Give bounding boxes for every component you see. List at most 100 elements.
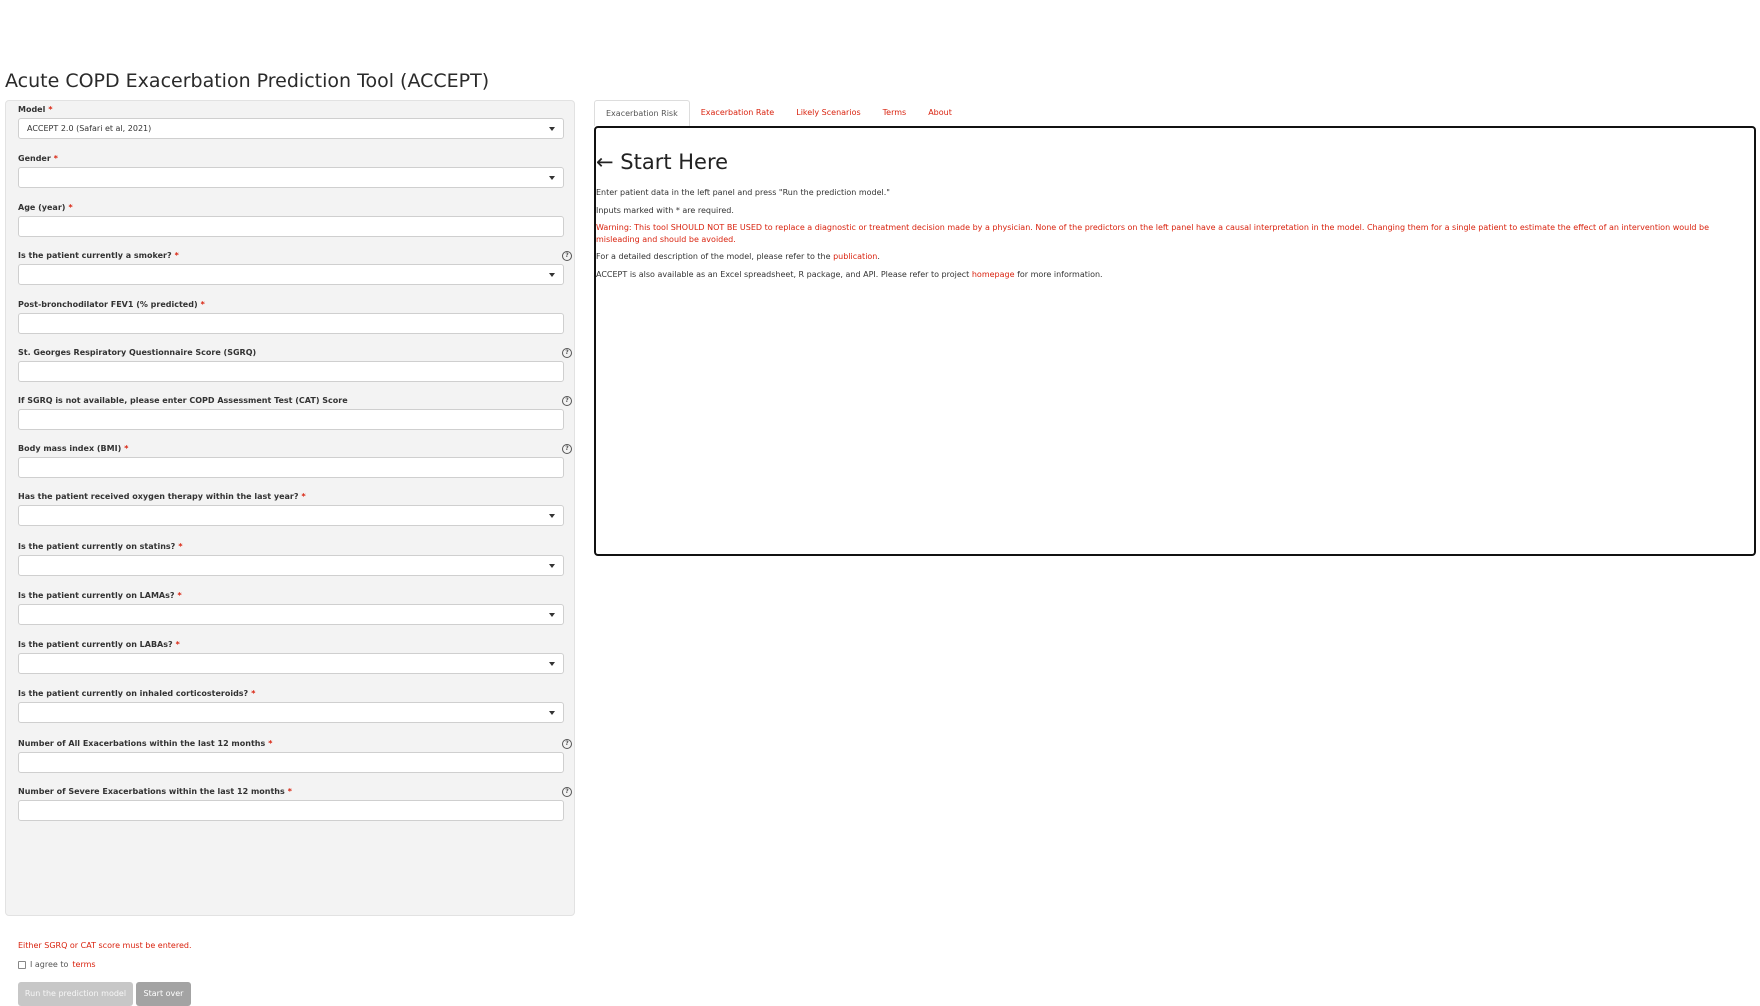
required-asterisk: *	[301, 492, 306, 501]
text-input[interactable]	[18, 409, 564, 430]
form-field: Is the patient currently on LABAs? *	[18, 639, 572, 675]
select-dropdown[interactable]	[18, 167, 564, 188]
tab-about[interactable]: About	[917, 100, 963, 126]
help-icon[interactable]: ?	[562, 348, 572, 358]
start-here-heading: ← Start Here	[596, 150, 729, 174]
chevron-down-icon	[549, 711, 555, 715]
field-label: Body mass index (BMI) *?	[18, 443, 572, 455]
field-label-text: St. Georges Respiratory Questionnaire Sc…	[18, 348, 257, 357]
required-asterisk: *	[178, 542, 183, 551]
help-icon[interactable]: ?	[562, 251, 572, 261]
field-label-text: Has the patient received oxygen therapy …	[18, 492, 299, 501]
field-label-text: Is the patient currently on LABAs?	[18, 640, 173, 649]
chevron-down-icon	[549, 514, 555, 518]
field-label-text: Is the patient currently on inhaled cort…	[18, 689, 249, 698]
text-input[interactable]	[18, 313, 564, 334]
terms-link[interactable]: terms	[72, 960, 95, 969]
field-label: Is the patient currently on LABAs? *	[18, 639, 572, 651]
chevron-down-icon	[549, 662, 555, 666]
field-label: Is the patient currently a smoker? *?	[18, 250, 572, 262]
publication-link[interactable]: publication	[833, 252, 877, 261]
field-label: Has the patient received oxygen therapy …	[18, 491, 572, 503]
select-dropdown[interactable]	[18, 702, 564, 723]
help-icon[interactable]: ?	[562, 444, 572, 454]
form-field: Is the patient currently a smoker? *?	[18, 250, 572, 286]
form-field: Is the patient currently on statins? *	[18, 541, 572, 577]
field-label-text: Model	[18, 105, 46, 114]
required-asterisk: *	[124, 444, 129, 453]
field-label-text: Is the patient currently on statins?	[18, 542, 176, 551]
required-asterisk: *	[48, 105, 53, 114]
field-label: Gender *	[18, 153, 572, 165]
select-dropdown[interactable]	[18, 653, 564, 674]
field-label-text: Number of Severe Exacerbations within th…	[18, 787, 285, 796]
chevron-down-icon	[549, 564, 555, 568]
field-label-text: Gender	[18, 154, 51, 163]
availability-note: ACCEPT is also available as an Excel spr…	[596, 270, 1736, 279]
field-label: If SGRQ is not available, please enter C…	[18, 395, 572, 407]
text-input[interactable]	[18, 457, 564, 478]
field-label: Number of Severe Exacerbations within th…	[18, 786, 572, 798]
required-asterisk: *	[268, 739, 273, 748]
tab-exacerbation-risk[interactable]: Exacerbation Risk	[594, 100, 690, 126]
help-icon[interactable]: ?	[562, 739, 572, 749]
required-asterisk: *	[175, 640, 180, 649]
instruction-text: Enter patient data in the left panel and…	[596, 188, 890, 197]
text-input[interactable]	[18, 361, 564, 382]
chevron-down-icon	[549, 176, 555, 180]
form-field: Post-bronchodilator FEV1 (% predicted) *	[18, 299, 572, 335]
publication-note: For a detailed description of the model,…	[596, 252, 1736, 261]
field-label-text: Post-bronchodilator FEV1 (% predicted)	[18, 300, 198, 309]
select-dropdown[interactable]	[18, 555, 564, 576]
tab-exacerbation-rate[interactable]: Exacerbation Rate	[690, 100, 786, 126]
form-field: St. Georges Respiratory Questionnaire Sc…	[18, 347, 572, 383]
agree-checkbox[interactable]	[18, 960, 26, 969]
agree-label: I agree to	[30, 960, 69, 969]
text-input[interactable]	[18, 752, 564, 773]
required-asterisk: *	[251, 689, 256, 698]
form-field: Model * ACCEPT 2.0 (Safari et al, 2021)	[18, 104, 572, 140]
homepage-link[interactable]: homepage	[972, 270, 1015, 279]
page-title: Acute COPD Exacerbation Prediction Tool …	[5, 70, 490, 92]
availability-note-suffix: for more information.	[1017, 270, 1103, 279]
required-asterisk: *	[53, 154, 58, 163]
form-field: Body mass index (BMI) *?	[18, 443, 572, 479]
required-asterisk: *	[200, 300, 205, 309]
field-label-text: Is the patient currently a smoker?	[18, 251, 172, 260]
tab-bar: Exacerbation Risk Exacerbation Rate Likely…	[594, 100, 963, 126]
field-label: Age (year) *	[18, 202, 572, 214]
select-dropdown[interactable]	[18, 264, 564, 285]
text-input[interactable]	[18, 800, 564, 821]
start-over-button[interactable]: Start over	[136, 982, 191, 1006]
tab-terms[interactable]: Terms	[872, 100, 918, 126]
chevron-down-icon	[549, 127, 555, 131]
select-dropdown[interactable]: ACCEPT 2.0 (Safari et al, 2021)	[18, 118, 564, 139]
form-field: Number of All Exacerbations within the l…	[18, 738, 572, 774]
field-label: Post-bronchodilator FEV1 (% predicted) *	[18, 299, 572, 311]
field-label-text: If SGRQ is not available, please enter C…	[18, 396, 348, 405]
field-label: Is the patient currently on statins? *	[18, 541, 572, 553]
required-asterisk: *	[68, 203, 73, 212]
form-field: Has the patient received oxygen therapy …	[18, 491, 572, 527]
field-label: Is the patient currently on inhaled cort…	[18, 688, 572, 700]
field-label-text: Is the patient currently on LAMAs?	[18, 591, 175, 600]
run-model-button[interactable]: Run the prediction model	[18, 982, 133, 1006]
tab-likely-scenarios[interactable]: Likely Scenarios	[785, 100, 871, 126]
select-dropdown[interactable]	[18, 505, 564, 526]
field-value: ACCEPT 2.0 (Safari et al, 2021)	[27, 124, 152, 133]
input-panel: Either SGRQ or CAT score must be entered…	[5, 100, 575, 1006]
text-input[interactable]	[18, 216, 564, 237]
field-label: Is the patient currently on LAMAs? *	[18, 590, 572, 602]
help-icon[interactable]: ?	[562, 787, 572, 797]
validation-warning: Either SGRQ or CAT score must be entered…	[18, 941, 192, 950]
field-label: Number of All Exacerbations within the l…	[18, 738, 572, 750]
chevron-down-icon	[549, 613, 555, 617]
select-dropdown[interactable]	[18, 604, 564, 625]
required-asterisk: *	[174, 251, 179, 260]
form-field: Is the patient currently on inhaled cort…	[18, 688, 572, 724]
help-icon[interactable]: ?	[562, 396, 572, 406]
field-label-text: Age (year)	[18, 203, 66, 212]
publication-note-text: For a detailed description of the model,…	[596, 252, 831, 261]
field-label: Model *	[18, 104, 572, 116]
form-field: Age (year) *	[18, 202, 572, 238]
